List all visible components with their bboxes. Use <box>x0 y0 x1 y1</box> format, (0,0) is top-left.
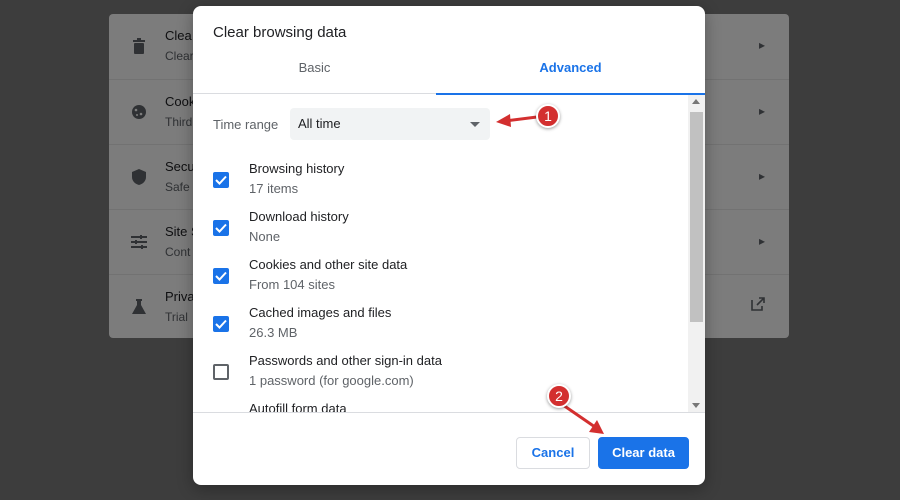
tab-advanced-label: Advanced <box>539 60 602 75</box>
scrollbar[interactable] <box>688 95 705 412</box>
list-item: Cookies and other site data From 104 sit… <box>193 257 688 305</box>
tab-basic[interactable]: Basic <box>193 54 436 94</box>
item-detail: 17 items <box>249 181 299 196</box>
scroll-down-icon[interactable] <box>692 403 700 408</box>
time-range-dropdown[interactable]: All time <box>290 108 490 140</box>
cancel-button[interactable]: Cancel <box>516 437 590 469</box>
list-item: Passwords and other sign-in data 1 passw… <box>193 353 688 401</box>
clear-browsing-data-dialog: Clear browsing data Basic Advanced Time … <box>193 6 705 485</box>
dialog-content: Time range All time Browsing history 17 … <box>193 95 705 412</box>
checkbox-browsing-history[interactable] <box>213 172 229 188</box>
checkbox-cookies[interactable] <box>213 268 229 284</box>
annotation-badge-2: 2 <box>547 384 571 408</box>
checkbox-passwords[interactable] <box>213 364 229 380</box>
list-item: Cached images and files 26.3 MB <box>193 305 688 353</box>
item-label: Autofill form data <box>249 401 347 412</box>
item-label: Download history <box>249 209 349 224</box>
checkbox-download-history[interactable] <box>213 220 229 236</box>
item-label: Browsing history <box>249 161 345 176</box>
item-detail: From 104 sites <box>249 277 335 292</box>
dialog-title: Clear browsing data <box>213 24 347 41</box>
item-detail: 1 password (for google.com) <box>249 373 414 388</box>
dialog-footer: Cancel Clear data <box>193 412 705 485</box>
item-detail: None <box>249 229 281 244</box>
item-label: Passwords and other sign-in data <box>249 353 442 368</box>
list-item: Browsing history 17 items <box>193 161 688 209</box>
item-label: Cached images and files <box>249 305 392 320</box>
list-item: Autofill form data <box>193 401 688 412</box>
scroll-up-icon[interactable] <box>692 99 700 104</box>
tab-advanced[interactable]: Advanced <box>436 54 705 95</box>
scrollbar-thumb[interactable] <box>690 112 703 322</box>
clear-data-button[interactable]: Clear data <box>598 437 689 469</box>
tab-bar: Basic Advanced <box>193 54 705 95</box>
checkbox-cached-images[interactable] <box>213 316 229 332</box>
annotation-badge-1: 1 <box>536 104 560 128</box>
time-range-label: Time range <box>213 117 279 132</box>
list-item: Download history None <box>193 209 688 257</box>
item-detail: 26.3 MB <box>249 325 298 340</box>
item-label: Cookies and other site data <box>249 257 408 272</box>
dropdown-arrow-icon <box>470 122 480 127</box>
time-range-value: All time <box>298 116 341 131</box>
